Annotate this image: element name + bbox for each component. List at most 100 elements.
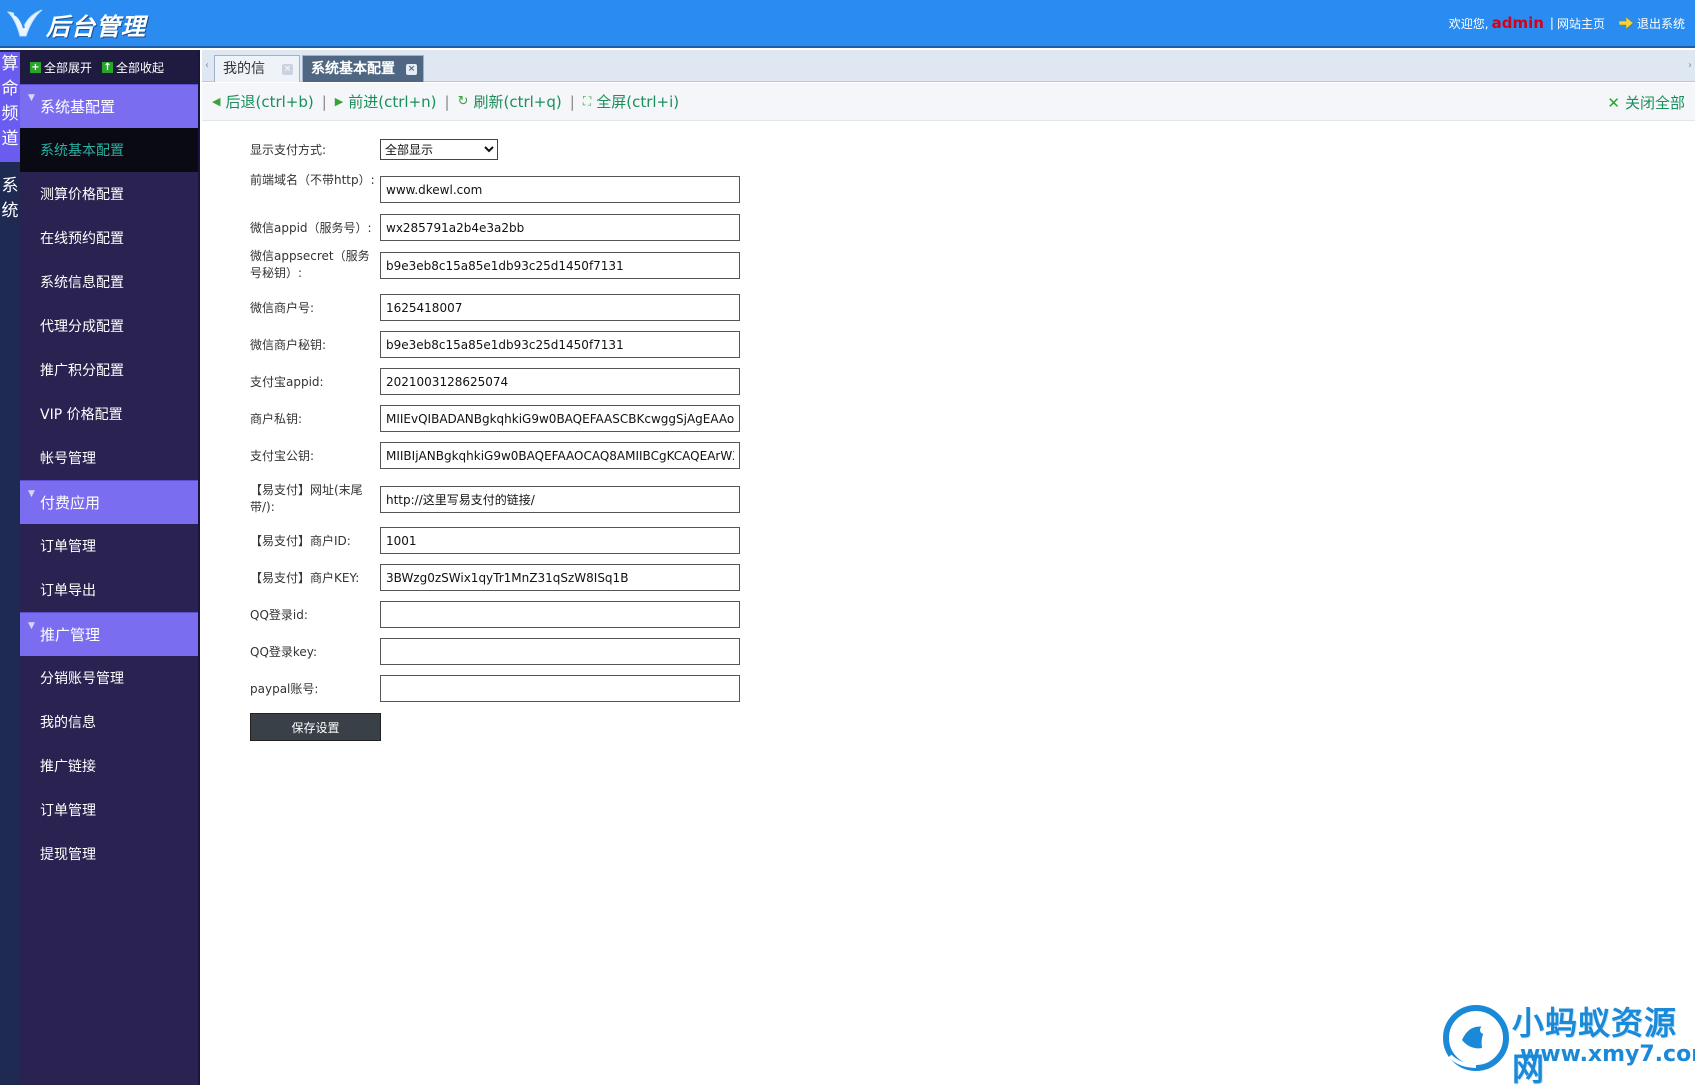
close-icon: ✕ [1607,93,1620,112]
tab-scroll-right-icon[interactable]: › [1685,50,1695,82]
field-label: 【易支付】网址(末尾带/): [250,483,363,514]
watermark-logo-icon [1443,1005,1509,1071]
header-user-area: 欢迎您, admin | 网站主页 退出系统 [1449,14,1685,32]
close-icon[interactable]: × [406,64,417,75]
sidebar-item-price-config[interactable]: 测算价格配置 [20,172,198,216]
domain-input[interactable] [380,176,740,203]
wechat-appid-input[interactable] [380,214,740,241]
watermark: 小蚂蚁资源网 www.xmy7.com [1440,990,1695,1088]
back-button[interactable]: ◀ 后退(ctrl+b) [212,91,314,112]
epay-merchant-id-input[interactable] [380,527,740,554]
field-label: 支付宝appid: [250,375,324,389]
sidebar: + 全部展开 ↑ 全部收起 ▼ 系统基配置 系统基本配置 测算价格配置 在线预约… [20,50,200,1085]
sidebar-item-distribution-accounts[interactable]: 分销账号管理 [20,656,198,700]
home-link[interactable]: 网站主页 [1557,15,1605,32]
sidebar-item-orders[interactable]: 订单管理 [20,524,198,568]
sidebar-item-label: 提现管理 [40,847,96,863]
sidebar-item-label: 订单管理 [40,539,96,555]
field-label: 【易支付】商户ID: [250,534,351,548]
field-label: QQ登录id: [250,608,308,622]
group-title: 付费应用 [40,494,101,512]
tab-basic-config[interactable]: 系统基本配置 × [302,55,424,82]
wechat-merchant-key-input[interactable] [380,331,740,358]
sidebar-item-my-info[interactable]: 我的信息 [20,700,198,744]
collapse-all-button[interactable]: ↑ 全部收起 [102,59,164,76]
channel-tab-label: 算命频道 [1,54,19,149]
expand-all-button[interactable]: + 全部展开 [30,59,92,76]
channel-tab-system[interactable]: 系统 [0,174,20,234]
divider: | [321,92,327,111]
channel-tab-label: 系统 [1,176,19,221]
sidebar-item-basic-config[interactable]: 系统基本配置 [20,128,198,172]
logout-link[interactable]: 退出系统 [1618,15,1685,32]
logo-icon [6,9,43,37]
tab-label: 系统基本配置 [311,61,395,77]
channel-strip: 算命频道 系统 [0,50,20,1085]
sidebar-item-agent-config[interactable]: 代理分成配置 [20,304,198,348]
alipay-public-key-input[interactable] [380,442,740,469]
field-label: 支付宝公钥: [250,449,315,463]
sidebar-item-accounts[interactable]: 帐号管理 [20,436,198,480]
sidebar-item-withdrawals[interactable]: 提现管理 [20,832,198,876]
field-label: 前端域名（不带http）: [250,173,375,187]
field-label: paypal账号: [250,682,319,696]
divider: | [569,92,575,111]
wechat-merchant-id-input[interactable] [380,294,740,321]
close-all-button[interactable]: ✕ 关闭全部 [1607,92,1685,113]
close-icon[interactable]: × [282,64,293,75]
username: admin [1491,14,1544,32]
back-label: 后退(ctrl+b) [225,93,314,111]
sidebar-item-label: 测算价格配置 [40,187,124,203]
plus-icon: + [30,61,41,73]
qq-login-key-input[interactable] [380,638,740,665]
merchant-private-key-input[interactable] [380,405,740,432]
group-title: 系统基配置 [40,98,116,116]
epay-merchant-key-input[interactable] [380,564,740,591]
wechat-appsecret-input[interactable] [380,252,740,279]
expand-controls: + 全部展开 ↑ 全部收起 [20,50,198,84]
sidebar-item-order-export[interactable]: 订单导出 [20,568,198,612]
sidebar-item-label: 订单导出 [40,583,96,599]
sidebar-item-label: 推广链接 [40,759,96,775]
tab-scroll-left-icon[interactable]: ‹ [202,50,212,82]
refresh-button[interactable]: ↻ 刷新(ctrl+q) [458,91,562,112]
arrow-right-icon: ▶ [334,95,344,108]
paypal-account-input[interactable] [380,675,740,702]
fullscreen-icon: ⛶ [582,94,592,108]
forward-button[interactable]: ▶ 前进(ctrl+n) [335,91,437,112]
sidebar-item-label: 推广积分配置 [40,363,124,379]
tab-my-info[interactable]: 我的信息 × [214,55,300,103]
field-label: 【易支付】商户KEY: [250,571,360,585]
sidebar-group-paid-apps[interactable]: ▼ 付费应用 [20,480,198,524]
caret-down-icon: ▼ [28,93,35,103]
sidebar-group-system[interactable]: ▼ 系统基配置 [20,84,198,128]
alipay-appid-input[interactable] [380,368,740,395]
sidebar-item-promo-orders[interactable]: 订单管理 [20,788,198,832]
pay-mode-select[interactable]: 全部显示 [380,139,498,160]
welcome-text: 欢迎您, [1448,16,1489,31]
refresh-icon: ↻ [457,94,469,109]
field-label: 微信appsecret（服务号秘钥）: [250,249,370,280]
arrow-right-icon [1618,17,1633,29]
sidebar-item-label: 订单管理 [40,803,96,819]
logout-label: 退出系统 [1636,16,1685,31]
sidebar-item-points-config[interactable]: 推广积分配置 [20,348,198,392]
sidebar-item-promo-link[interactable]: 推广链接 [20,744,198,788]
sidebar-item-vip-config[interactable]: VIP 价格配置 [20,392,198,436]
refresh-label: 刷新(ctrl+q) [473,93,562,111]
sidebar-item-label: 分销账号管理 [40,671,124,687]
fullscreen-button[interactable]: ⛶ 全屏(ctrl+i) [583,91,679,112]
forward-label: 前进(ctrl+n) [348,93,437,111]
divider: | [444,92,450,111]
divider: | [1549,16,1554,30]
qq-login-id-input[interactable] [380,601,740,628]
epay-url-input[interactable] [380,486,740,513]
save-settings-button[interactable]: 保存设置 [250,713,381,741]
tab-bar: ‹ 我的信息 × 系统基本配置 × › [202,50,1695,103]
sidebar-item-info-config[interactable]: 系统信息配置 [20,260,198,304]
sidebar-item-booking-config[interactable]: 在线预约配置 [20,216,198,260]
sidebar-item-label: 在线预约配置 [40,231,124,247]
channel-tab-fortune[interactable]: 算命频道 [0,52,20,162]
sidebar-group-promotion[interactable]: ▼ 推广管理 [20,612,198,656]
field-label: 微信商户秘钥: [250,338,327,352]
